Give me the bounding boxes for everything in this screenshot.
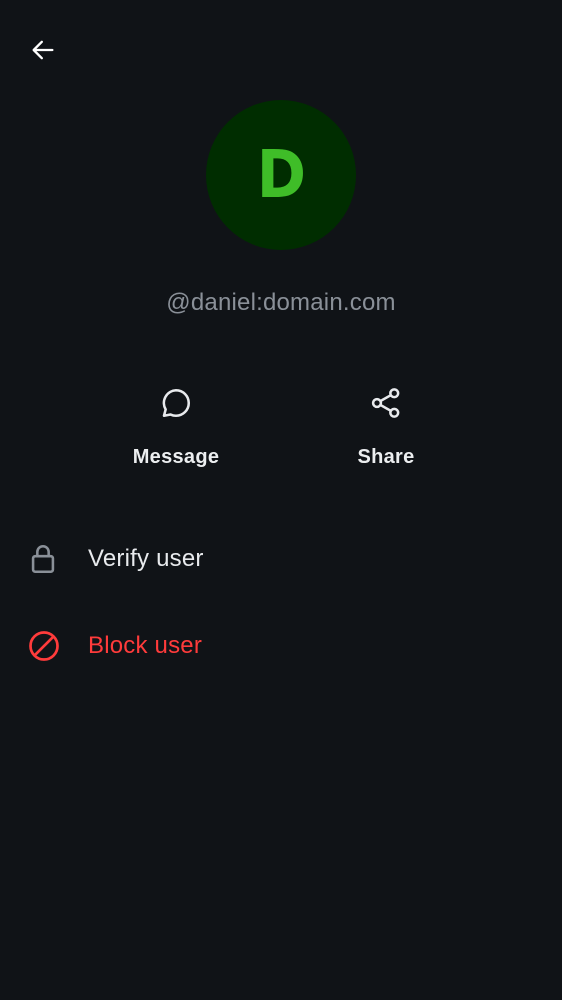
avatar: D (206, 100, 356, 250)
block-icon (29, 631, 59, 661)
user-id: @daniel:domain.com (166, 289, 396, 316)
avatar-initial: D (256, 136, 306, 213)
block-user-item[interactable]: Block user (0, 614, 562, 678)
share-label: Share (357, 446, 415, 468)
verify-user-label: Verify user (88, 545, 204, 572)
chat-bubble-icon (162, 388, 191, 418)
verify-user-item[interactable]: Verify user (0, 527, 562, 591)
block-user-label: Block user (88, 632, 203, 659)
share-button[interactable]: Share (316, 382, 456, 469)
message-button[interactable]: Message (106, 382, 246, 469)
back-button[interactable] (20, 28, 66, 72)
share-icon (371, 388, 400, 418)
lock-icon (31, 545, 55, 574)
arrow-left-icon (32, 40, 54, 60)
message-label: Message (132, 446, 220, 468)
